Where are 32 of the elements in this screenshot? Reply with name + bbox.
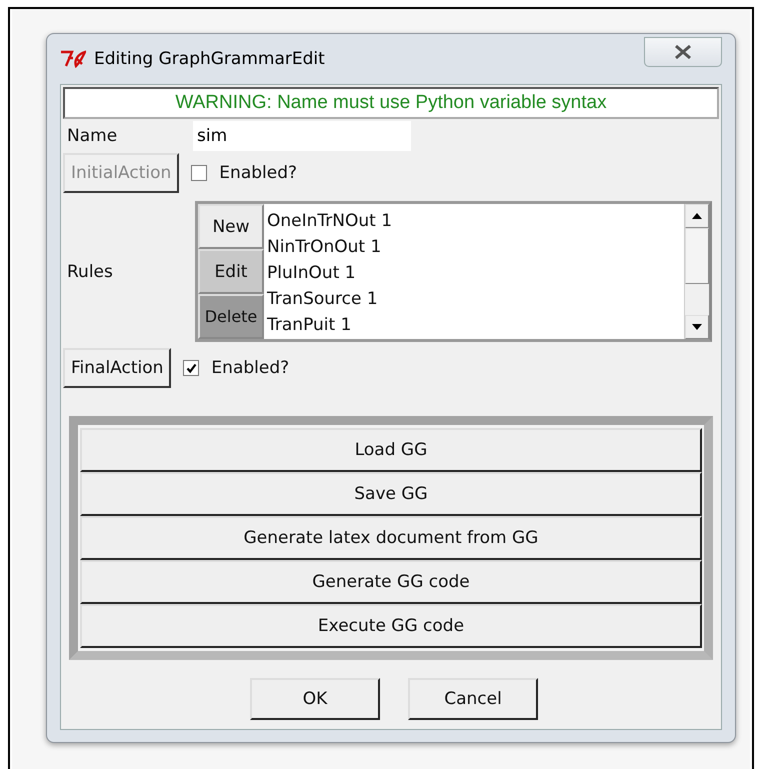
rules-label: Rules bbox=[66, 262, 114, 282]
dialog-button[interactable]: Cancel bbox=[408, 678, 538, 720]
dialog-button[interactable]: OK bbox=[250, 678, 380, 720]
checkbox[interactable] bbox=[183, 360, 200, 376]
checkbox-label: Enabled? bbox=[219, 163, 298, 183]
action-button[interactable]: Save GG bbox=[80, 472, 702, 516]
scroll-down-button[interactable] bbox=[685, 315, 709, 339]
action-button[interactable]: FinalAction bbox=[63, 348, 172, 388]
action-button[interactable]: Generate latex document from GG bbox=[80, 516, 702, 560]
arrow-up-icon bbox=[691, 212, 703, 220]
list-item[interactable]: NinTrOnOut 1 bbox=[267, 234, 382, 260]
action-button[interactable]: Generate GG code bbox=[80, 560, 702, 604]
rule-button[interactable]: New bbox=[198, 204, 264, 249]
action-button[interactable]: Execute GG code bbox=[80, 604, 702, 648]
scroll-up-button[interactable] bbox=[685, 204, 709, 228]
list-item[interactable]: PluInOut 1 bbox=[267, 260, 356, 286]
scrollbar-thumb[interactable] bbox=[685, 228, 709, 284]
list-item[interactable]: TranPuit 1 bbox=[267, 312, 352, 338]
checkbox-label: Enabled? bbox=[211, 358, 290, 378]
warning-message: WARNING: Name must use Python variable syntax bbox=[63, 87, 719, 119]
close-icon bbox=[673, 45, 693, 59]
window-title: Editing GraphGrammarEdit bbox=[94, 49, 325, 69]
field-label: Name bbox=[66, 126, 118, 146]
arrow-down-icon bbox=[691, 323, 703, 331]
list-item[interactable]: TranSource 1 bbox=[267, 286, 378, 312]
rule-button[interactable]: Delete bbox=[198, 294, 264, 339]
close-button[interactable] bbox=[644, 37, 722, 67]
action-button[interactable]: Load GG bbox=[80, 428, 702, 472]
list-item[interactable]: OneInTrNOut 1 bbox=[267, 208, 392, 234]
feather-logo-icon bbox=[60, 50, 86, 68]
name-field[interactable]: sim bbox=[193, 121, 411, 151]
rule-button[interactable]: Edit bbox=[198, 249, 264, 294]
